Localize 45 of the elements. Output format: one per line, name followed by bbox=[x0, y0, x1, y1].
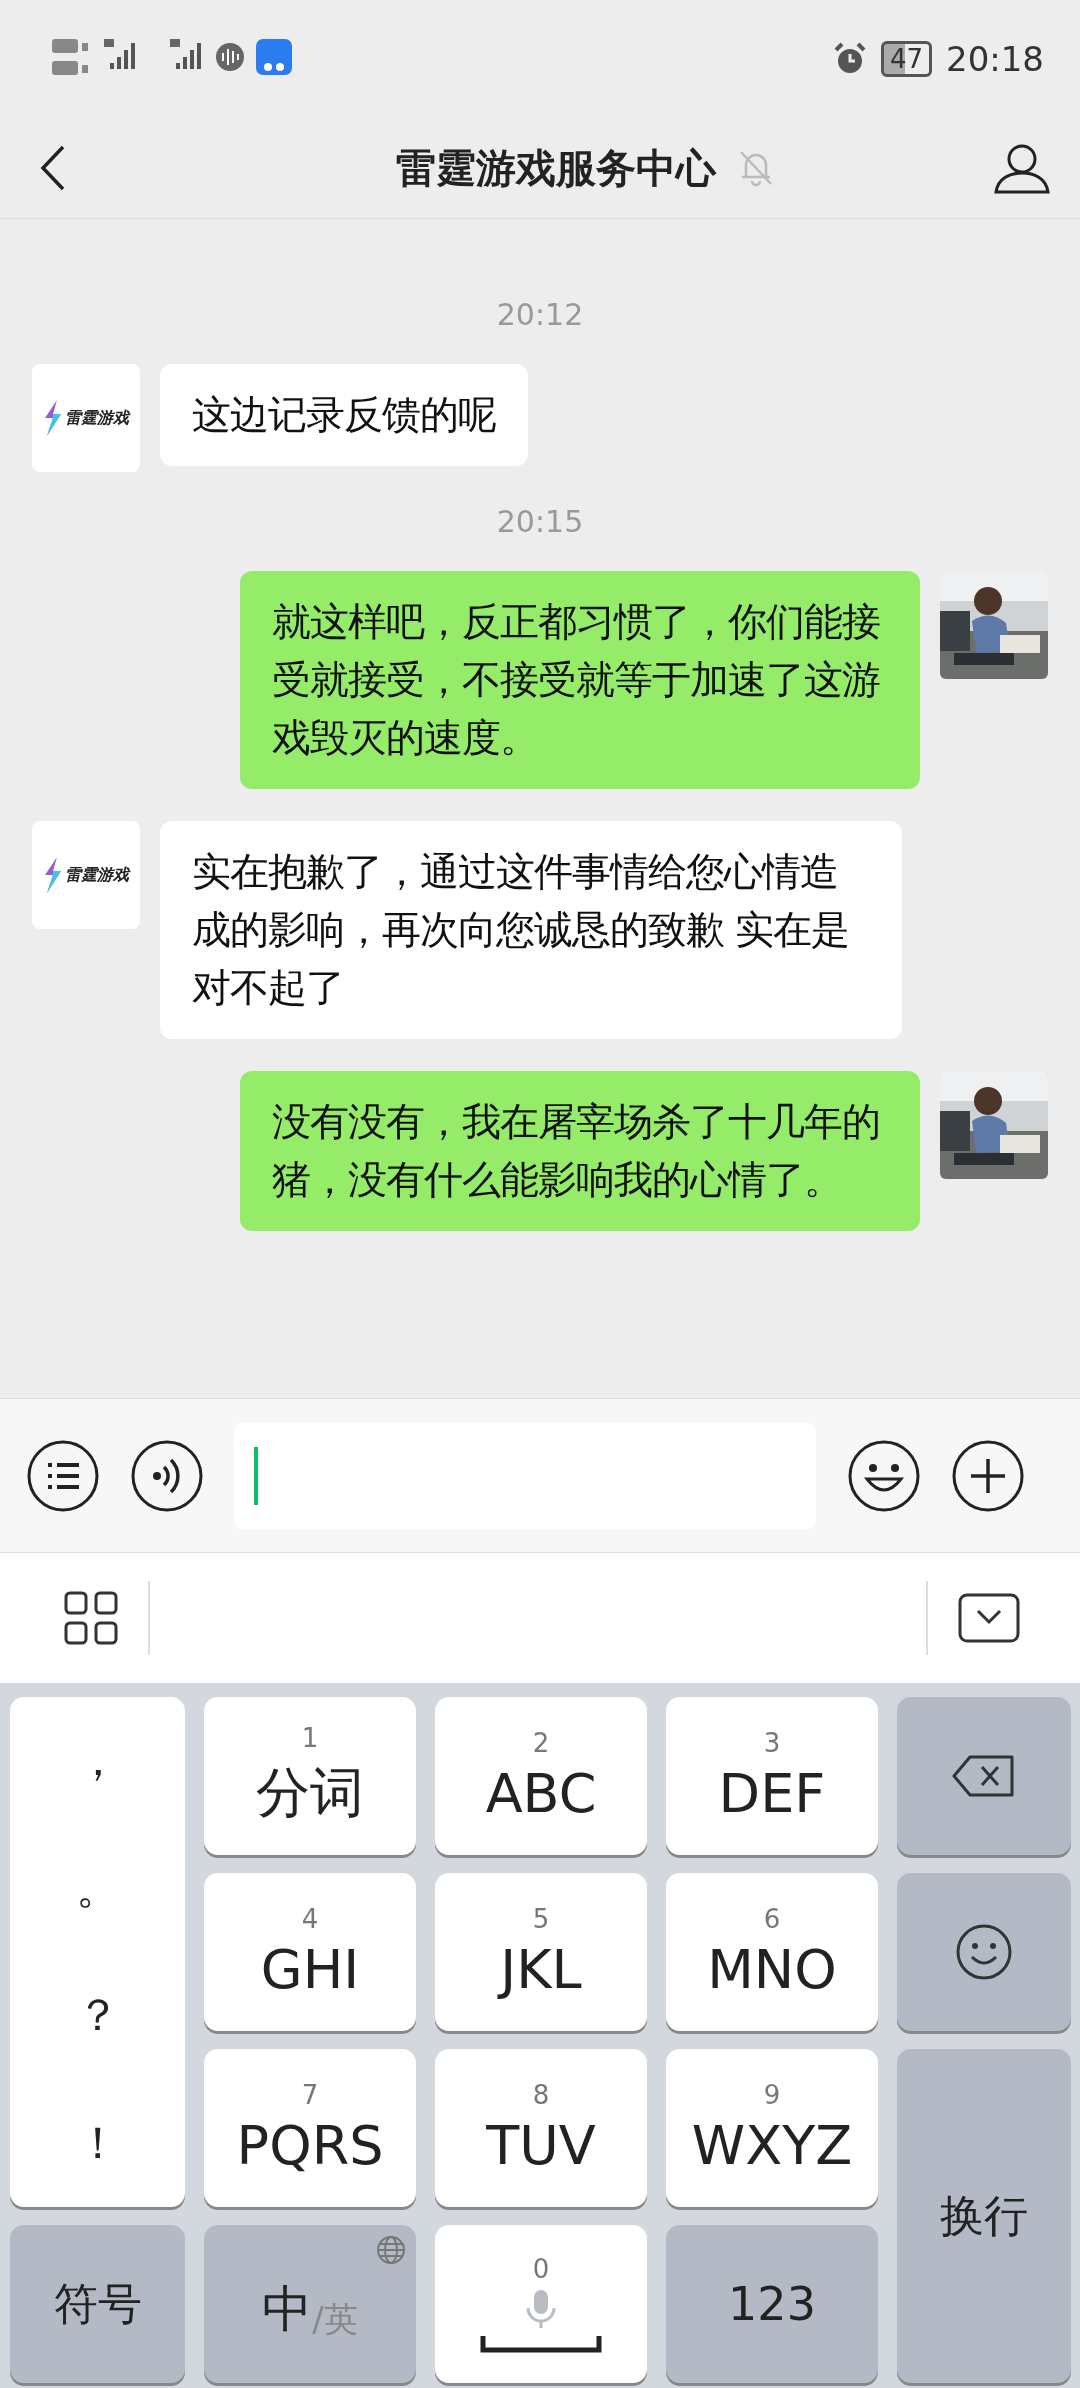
punctuation-key[interactable]: ， bbox=[75, 1731, 120, 1791]
letter-key[interactable]: 7 PQRS bbox=[204, 2049, 416, 2207]
clock-time: 20:18 bbox=[946, 39, 1044, 79]
message-bubble: 实在抱歉了，通过这件事情给您心情造成的影响，再次向您诚恳的致歉 实在是对不起了 bbox=[160, 821, 902, 1039]
letter-key[interactable]: 2 ABC bbox=[435, 1697, 647, 1855]
message-input[interactable] bbox=[234, 1422, 816, 1529]
plus-icon[interactable] bbox=[951, 1438, 1025, 1513]
timestamp: 20:12 bbox=[496, 297, 584, 332]
symbols-key[interactable]: 符号 bbox=[10, 2225, 185, 2383]
numbers-key[interactable]: 123 bbox=[666, 2225, 878, 2383]
alarm-icon bbox=[832, 42, 867, 76]
smiley-icon bbox=[955, 1923, 1013, 1981]
backspace-icon bbox=[952, 1755, 1016, 1797]
message-bubble: 就这样吧，反正都习惯了，你们能接受就接受，不接受就等于加速了这游戏毁灭的速度。 bbox=[240, 571, 920, 789]
voice-icon[interactable] bbox=[130, 1438, 204, 1513]
emoji-icon[interactable] bbox=[847, 1438, 921, 1513]
game-logo-avatar: 雷霆游戏 bbox=[32, 821, 140, 929]
profile-icon[interactable] bbox=[994, 142, 1050, 194]
enter-key[interactable]: 换行 bbox=[897, 2049, 1071, 2383]
space-bar-icon bbox=[480, 2334, 602, 2354]
message-bubble: 这边记录反馈的呢 bbox=[160, 364, 528, 466]
punctuation-key[interactable]: 。 bbox=[75, 1858, 120, 1918]
message-bubble: 没有没有，我在屠宰场杀了十几年的猪，没有什么能影响我的心情了。 bbox=[240, 1071, 920, 1231]
back-icon[interactable] bbox=[40, 144, 66, 192]
list-icon[interactable] bbox=[26, 1438, 100, 1513]
timestamp: 20:15 bbox=[496, 504, 584, 539]
emoji-key[interactable] bbox=[897, 1873, 1071, 2031]
punctuation-key[interactable]: ？ bbox=[75, 1986, 120, 2046]
letter-key[interactable]: 8 TUV bbox=[435, 2049, 647, 2207]
letter-key[interactable]: 1 分词 bbox=[204, 1697, 416, 1855]
microphone-icon bbox=[525, 2288, 557, 2330]
letter-key[interactable]: 5 JKL bbox=[435, 1873, 647, 2031]
letter-key[interactable]: 9 WXYZ bbox=[666, 2049, 878, 2207]
hide-keyboard-icon[interactable] bbox=[958, 1593, 1020, 1643]
game-logo-avatar: 雷霆游戏 bbox=[32, 364, 140, 472]
grid-icon[interactable] bbox=[64, 1591, 118, 1645]
letter-key[interactable]: 6 MNO bbox=[666, 1873, 878, 2031]
punctuation-key[interactable]: ！ bbox=[75, 2113, 120, 2173]
language-key[interactable]: 中/英 bbox=[204, 2225, 416, 2383]
chat-title: 雷霆游戏服务中心 bbox=[396, 143, 716, 193]
letter-key[interactable]: 3 DEF bbox=[666, 1697, 878, 1855]
battery-level: 47 bbox=[880, 41, 932, 77]
letter-key[interactable]: 4 GHI bbox=[204, 1873, 416, 2031]
globe-icon bbox=[376, 2235, 406, 2265]
space-key[interactable]: 0 bbox=[435, 2225, 647, 2383]
